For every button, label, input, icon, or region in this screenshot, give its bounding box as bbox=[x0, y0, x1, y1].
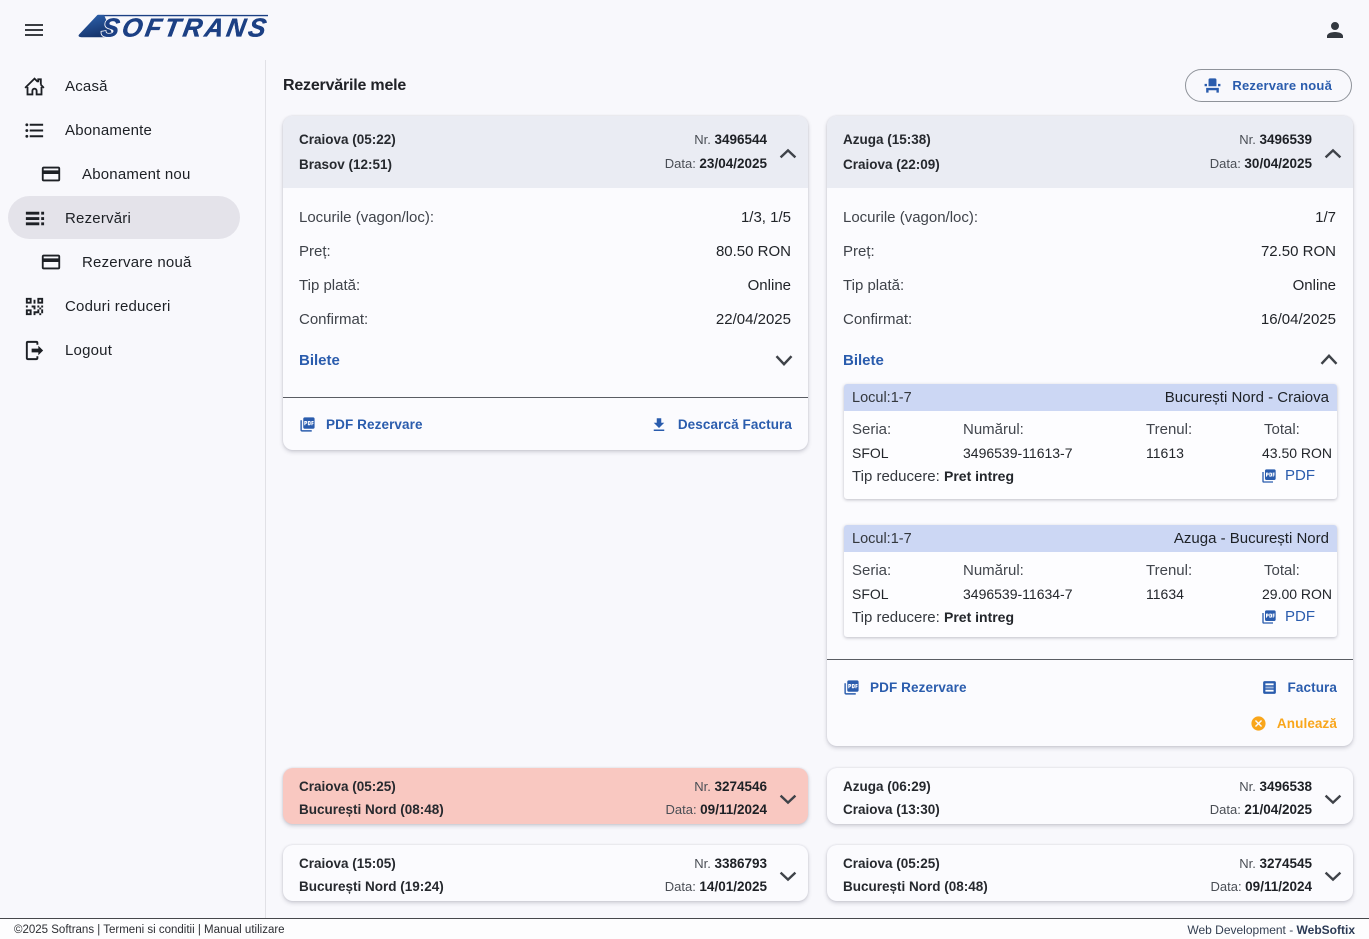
svg-text:SOFTRANS: SOFTRANS bbox=[99, 14, 270, 40]
